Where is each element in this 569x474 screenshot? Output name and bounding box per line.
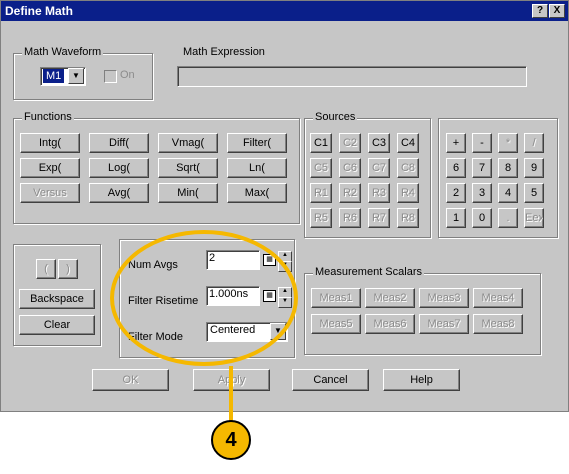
keypad-button-8[interactable]: 8 (498, 158, 518, 178)
math-waveform-selected: M1 (43, 69, 65, 83)
keypad-button-9[interactable]: 9 (524, 158, 544, 178)
source-button-c1[interactable]: C1 (310, 133, 332, 153)
math-expression-label: Math Expression (183, 46, 265, 58)
function-button-diff[interactable]: Diff( (89, 133, 149, 153)
functions-label: Functions (22, 111, 74, 123)
clear-button[interactable]: Clear (19, 315, 95, 335)
source-button-c2[interactable]: C2 (339, 133, 361, 153)
function-button-avg[interactable]: Avg( (89, 183, 149, 203)
function-button-ln[interactable]: Ln( (227, 158, 287, 178)
keypad-group: + - * / 6 7 8 9 2 3 4 5 1 0. Eex (438, 118, 558, 238)
source-button-r6[interactable]: R6 (339, 208, 361, 228)
keypad-button-2[interactable]: 2 (446, 183, 466, 203)
measurement-scalars-group: Measurement Scalars Meas1 Meas2 Meas3 Meas4… (304, 266, 541, 355)
edit-group: ( ) Backspace Clear (13, 244, 101, 346)
measurement-scalars-label: Measurement Scalars (313, 266, 424, 278)
keypad-button-[interactable]: . (498, 208, 518, 228)
callout-leader-line (229, 366, 233, 422)
function-button-log[interactable]: Log( (89, 158, 149, 178)
on-checkbox[interactable] (104, 70, 117, 83)
close-paren-button[interactable]: ) (58, 259, 78, 279)
help-button[interactable]: Help (383, 369, 460, 391)
keypad-button-[interactable]: * (498, 133, 518, 153)
source-button-c4[interactable]: C4 (397, 133, 419, 153)
backspace-button[interactable]: Backspace (19, 289, 95, 309)
ok-button[interactable]: OK (92, 369, 169, 391)
highlight-oval (110, 230, 298, 366)
keypad-button-6[interactable]: 6 (446, 158, 466, 178)
function-button-intg[interactable]: Intg( (20, 133, 80, 153)
sources-group: Sources C1 C2 C3 C4 C5 C6 C7 C8 R1 R2 R3 R4 R5 R6 R7 R8 (304, 111, 431, 238)
source-button-r2[interactable]: R2 (339, 183, 361, 203)
chevron-down-icon[interactable]: ▼ (68, 68, 84, 84)
keypad-button-5[interactable]: 5 (524, 183, 544, 203)
math-waveform-label: Math Waveform (22, 46, 104, 58)
math-expression-field[interactable] (177, 66, 527, 87)
measurement-button-meas5[interactable]: Meas5 (311, 314, 361, 334)
keypad-button-[interactable]: + (446, 133, 466, 153)
source-button-r8[interactable]: R8 (397, 208, 419, 228)
measurement-button-meas6[interactable]: Meas6 (365, 314, 415, 334)
function-button-exp[interactable]: Exp( (20, 158, 80, 178)
keypad-button-1[interactable]: 1 (446, 208, 466, 228)
function-button-versus[interactable]: Versus (20, 183, 80, 203)
measurement-button-meas8[interactable]: Meas8 (473, 314, 523, 334)
measurement-button-meas7[interactable]: Meas7 (419, 314, 469, 334)
keypad-button-3[interactable]: 3 (472, 183, 492, 203)
measurement-button-meas3[interactable]: Meas3 (419, 288, 469, 308)
math-waveform-select[interactable]: M1 ▼ (40, 67, 86, 86)
function-button-min[interactable]: Min( (158, 183, 218, 203)
title-bar: Define Math ? X (1, 1, 568, 21)
source-button-c6[interactable]: C6 (339, 158, 361, 178)
source-button-c5[interactable]: C5 (310, 158, 332, 178)
source-button-c3[interactable]: C3 (368, 133, 390, 153)
source-button-r1[interactable]: R1 (310, 183, 332, 203)
source-button-r7[interactable]: R7 (368, 208, 390, 228)
source-button-c7[interactable]: C7 (368, 158, 390, 178)
measurement-button-meas2[interactable]: Meas2 (365, 288, 415, 308)
dialog-title: Define Math (5, 4, 74, 18)
function-button-vmag[interactable]: Vmag( (158, 133, 218, 153)
help-title-button[interactable]: ? (532, 4, 548, 18)
keypad-button-[interactable]: - (472, 133, 492, 153)
function-button-sqrt[interactable]: Sqrt( (158, 158, 218, 178)
functions-group: Functions Intg( Diff( Vmag( Filter( Exp( Log(… (13, 111, 300, 224)
source-button-c8[interactable]: C8 (397, 158, 419, 178)
keypad-button-eex[interactable]: Eex (524, 208, 544, 228)
sources-label: Sources (313, 111, 358, 123)
measurement-button-meas4[interactable]: Meas4 (473, 288, 523, 308)
keypad-button-0[interactable]: 0 (472, 208, 492, 228)
keypad-button-4[interactable]: 4 (498, 183, 518, 203)
keypad-button-7[interactable]: 7 (472, 158, 492, 178)
on-label: On (120, 69, 135, 81)
cancel-button[interactable]: Cancel (292, 369, 369, 391)
keypad-button-[interactable]: / (524, 133, 544, 153)
open-paren-button[interactable]: ( (36, 259, 56, 279)
function-button-max[interactable]: Max( (227, 183, 287, 203)
math-waveform-group: Math Waveform M1 ▼ On (13, 46, 153, 100)
source-button-r5[interactable]: R5 (310, 208, 332, 228)
define-math-dialog: Define Math ? X Math Waveform M1 ▼ On Ma… (0, 0, 569, 412)
function-button-filter[interactable]: Filter( (227, 133, 287, 153)
measurement-button-meas1[interactable]: Meas1 (311, 288, 361, 308)
close-title-button[interactable]: X (549, 4, 565, 18)
source-button-r3[interactable]: R3 (368, 183, 390, 203)
callout-number-badge: 4 (211, 420, 251, 460)
source-button-r4[interactable]: R4 (397, 183, 419, 203)
